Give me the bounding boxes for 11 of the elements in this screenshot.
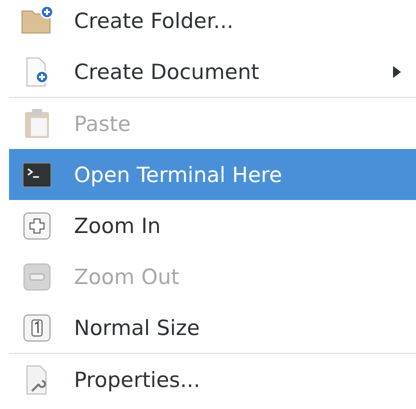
menu-item[interactable]: Create Document — [9, 46, 416, 97]
menu-item[interactable]: Normal Size — [9, 302, 416, 353]
terminal-icon — [22, 162, 52, 188]
menu-item[interactable]: Properties... — [9, 354, 416, 405]
clipboard-icon — [22, 108, 52, 140]
folder-add-icon — [20, 4, 54, 36]
normal-size-icon — [23, 314, 51, 342]
menu-item[interactable]: Create Folder... — [9, 0, 416, 46]
menu-item[interactable]: Zoom In — [9, 200, 416, 251]
zoom-in-icon — [23, 212, 51, 240]
zoom-out-icon — [23, 262, 51, 290]
